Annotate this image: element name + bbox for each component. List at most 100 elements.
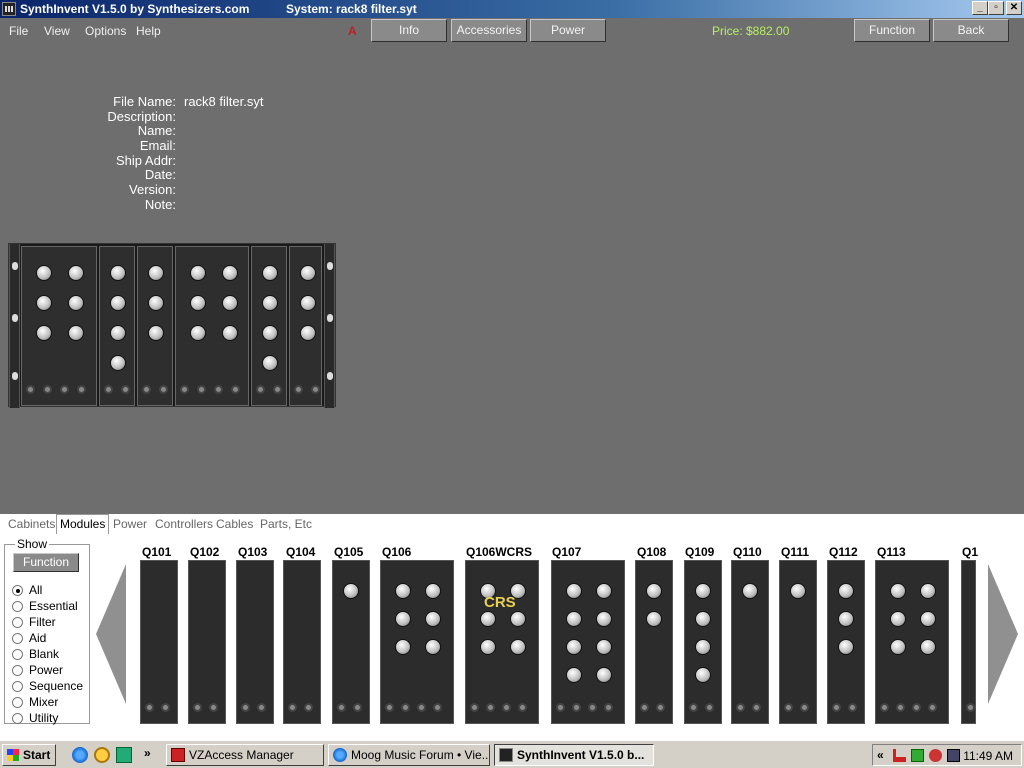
- knob-icon: [890, 583, 906, 599]
- module-label-q110: Q110: [733, 545, 762, 559]
- module-q113[interactable]: [875, 560, 949, 724]
- tab-power[interactable]: Power: [113, 517, 147, 531]
- back-button[interactable]: Back: [933, 19, 1009, 42]
- radio-button-icon[interactable]: [12, 697, 23, 708]
- app-icon[interactable]: [2, 2, 16, 16]
- jack-icon: [896, 703, 905, 712]
- info-button[interactable]: Info: [371, 19, 447, 42]
- menu-file[interactable]: File: [9, 24, 28, 38]
- show-option-utility[interactable]: Utility: [12, 711, 58, 725]
- rack-preview[interactable]: [8, 243, 336, 408]
- signal-strength-icon[interactable]: [893, 749, 906, 762]
- start-button[interactable]: Start: [2, 744, 56, 766]
- rack-module[interactable]: [21, 246, 97, 406]
- rack-module[interactable]: [175, 246, 249, 406]
- power-button[interactable]: Power: [530, 19, 606, 42]
- radio-button-icon[interactable]: [12, 665, 23, 676]
- module-q102[interactable]: [188, 560, 226, 724]
- knob-icon: [920, 611, 936, 627]
- internet-explorer-icon[interactable]: [72, 747, 88, 763]
- function-button[interactable]: Function: [854, 19, 930, 42]
- module-q103[interactable]: [236, 560, 274, 724]
- knob-icon: [110, 265, 126, 281]
- tray-expand-button[interactable]: «: [877, 748, 884, 762]
- security-icon[interactable]: [929, 749, 942, 762]
- show-option-all[interactable]: All: [12, 583, 42, 597]
- module-q107[interactable]: [551, 560, 625, 724]
- tab-cables[interactable]: Cables: [216, 517, 253, 531]
- module-q104[interactable]: [283, 560, 321, 724]
- quicklaunch-more-button[interactable]: »: [144, 746, 151, 760]
- radio-button-icon[interactable]: [12, 713, 23, 724]
- close-button[interactable]: ✕: [1006, 1, 1022, 15]
- module-q1[interactable]: [961, 560, 976, 724]
- module-q110[interactable]: [731, 560, 769, 724]
- tab-parts[interactable]: Parts, Etc: [260, 517, 312, 531]
- scroll-left-arrow-icon[interactable]: [96, 564, 126, 704]
- module-q101[interactable]: [140, 560, 178, 724]
- show-option-mixer[interactable]: Mixer: [12, 695, 58, 709]
- radio-button-icon[interactable]: [12, 681, 23, 692]
- clock-icon[interactable]: [94, 747, 110, 763]
- jack-icon: [288, 703, 297, 712]
- module-q109[interactable]: [684, 560, 722, 724]
- jack-icon: [848, 703, 857, 712]
- radio-button-icon[interactable]: [12, 585, 23, 596]
- task-synthinvent[interactable]: SynthInvent V1.5.0 b...: [494, 744, 654, 766]
- show-option-aid[interactable]: Aid: [12, 631, 46, 645]
- excel-icon[interactable]: [116, 747, 132, 763]
- radio-button-icon[interactable]: [12, 649, 23, 660]
- jack-icon: [912, 703, 921, 712]
- task-moog-forum[interactable]: Moog Music Forum • Vie...: [328, 744, 490, 766]
- rack-module[interactable]: [251, 246, 287, 406]
- knob-icon: [262, 355, 278, 371]
- show-option-sequence[interactable]: Sequence: [12, 679, 83, 693]
- menu-help[interactable]: Help: [136, 24, 161, 38]
- jack-icon: [193, 703, 202, 712]
- knob-icon: [566, 639, 582, 655]
- knob-icon: [425, 583, 441, 599]
- show-option-filter[interactable]: Filter: [12, 615, 56, 629]
- module-q112[interactable]: [827, 560, 865, 724]
- jack-icon: [518, 703, 527, 712]
- jack-icon: [161, 703, 170, 712]
- show-filter-group: Show Function All Essential Filter Aid Blank…: [4, 537, 90, 725]
- info-row-ship-addr: Ship Addr:: [116, 152, 176, 168]
- module-q105[interactable]: [332, 560, 370, 724]
- menu-view[interactable]: View: [44, 24, 70, 38]
- knob-icon: [148, 265, 164, 281]
- volume-icon[interactable]: [947, 749, 960, 762]
- module-q106wcrs[interactable]: [465, 560, 539, 724]
- jack-icon: [121, 385, 130, 394]
- scroll-right-arrow-icon[interactable]: [988, 564, 1018, 704]
- jack-icon: [656, 703, 665, 712]
- module-q106[interactable]: [380, 560, 454, 724]
- module-q111[interactable]: [779, 560, 817, 724]
- rack-module[interactable]: [289, 246, 322, 406]
- radio-button-icon[interactable]: [12, 633, 23, 644]
- tab-cabinets[interactable]: Cabinets: [8, 517, 55, 531]
- module-q108[interactable]: [635, 560, 673, 724]
- show-option-blank[interactable]: Blank: [12, 647, 59, 661]
- rack-module[interactable]: [137, 246, 173, 406]
- jack-icon: [784, 703, 793, 712]
- network-icon[interactable]: [911, 749, 924, 762]
- accessories-button[interactable]: Accessories: [451, 19, 527, 42]
- show-option-essential[interactable]: Essential: [12, 599, 78, 613]
- jack-icon: [142, 385, 151, 394]
- radio-button-icon[interactable]: [12, 601, 23, 612]
- knob-icon: [222, 265, 238, 281]
- tab-controllers[interactable]: Controllers: [155, 517, 213, 531]
- rack-module[interactable]: [99, 246, 135, 406]
- jack-icon: [180, 385, 189, 394]
- tab-modules[interactable]: Modules: [56, 514, 110, 534]
- menu-options[interactable]: Options: [85, 24, 126, 38]
- restore-button[interactable]: ▫: [988, 1, 1004, 15]
- minimize-button[interactable]: _: [972, 1, 988, 15]
- title-bar[interactable]: SynthInvent V1.5.0 by Synthesizers.com S…: [0, 0, 1024, 18]
- show-option-power[interactable]: Power: [12, 663, 63, 677]
- show-function-button[interactable]: Function: [13, 553, 79, 572]
- show-legend: Show: [15, 537, 50, 551]
- radio-button-icon[interactable]: [12, 617, 23, 628]
- task-vzaccess[interactable]: VZAccess Manager: [166, 744, 324, 766]
